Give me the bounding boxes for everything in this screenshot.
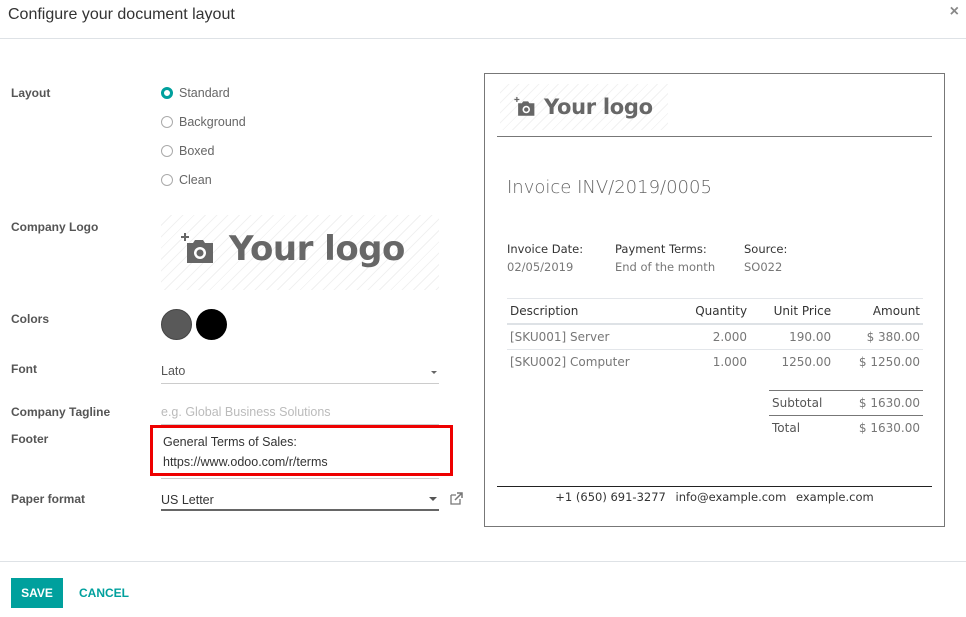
table-cell: 2.000 xyxy=(673,324,751,350)
table-cell: 1.000 xyxy=(712,355,748,369)
table-row: [SKU002] Computer 1.000 1250.00 $ 1250.0… xyxy=(507,350,923,375)
table-cell: [SKU001] Server xyxy=(507,324,674,350)
totals-value: $ 1630.00 xyxy=(839,415,923,440)
colors-label: Colors xyxy=(11,312,50,326)
radio-label: Clean xyxy=(179,173,212,187)
preview-totals-table: Subtotal $ 1630.00 Total $ 1630.00 xyxy=(769,390,923,440)
layout-option-clean[interactable]: Clean xyxy=(161,173,212,187)
column-header: Description xyxy=(507,298,674,325)
footer-line-2: https://www.odoo.com/r/terms xyxy=(163,455,328,469)
table-cell: [SKU002] Computer xyxy=(510,355,630,369)
layout-option-background[interactable]: Background xyxy=(161,115,246,129)
table-row: [SKU001] Server 2.000 190.00 $ 380.00 xyxy=(507,324,923,350)
dialog-title: Configure your document layout xyxy=(8,6,235,23)
cancel-button[interactable]: CANCEL xyxy=(71,578,137,608)
column-header: Amount xyxy=(834,298,923,325)
layout-label: Layout xyxy=(11,86,51,100)
totals-value: $ 1630.00 xyxy=(839,390,923,416)
tagline-placeholder: e.g. Global Business Solutions xyxy=(161,405,331,419)
company-logo-upload[interactable]: Your logo xyxy=(161,215,439,290)
logo-placeholder-text: Your logo xyxy=(229,229,405,269)
info-value: 02/05/2019 xyxy=(507,260,574,274)
radio-icon[interactable] xyxy=(161,145,173,157)
footer-line-1: General Terms of Sales: xyxy=(163,435,297,449)
paper-format-value: US Letter xyxy=(161,493,214,507)
preview-info-invoice-date: Invoice Date: 02/05/2019 xyxy=(507,242,583,274)
paper-format-label: Paper format xyxy=(11,492,86,506)
preview-info-source: Source: SO022 xyxy=(744,242,787,274)
footer-website: example.com xyxy=(795,490,874,504)
preview-footer: +1 (650) 691-3277 info@example.com examp… xyxy=(497,486,932,504)
info-key: Payment Terms: xyxy=(615,242,707,256)
preview-header-divider xyxy=(497,136,932,137)
radio-checked-icon[interactable] xyxy=(161,87,173,99)
document-preview: Your logo Invoice INV/2019/0005 Invoice … xyxy=(484,73,945,527)
info-value: End of the month xyxy=(615,260,716,274)
external-link-icon[interactable] xyxy=(450,492,463,505)
preview-logo-text: Your logo xyxy=(544,95,653,119)
radio-label: Background xyxy=(179,115,246,129)
close-icon[interactable]: × xyxy=(950,4,959,20)
footer-textarea[interactable]: General Terms of Sales: https://www.odoo… xyxy=(163,432,328,472)
info-key: Source: xyxy=(744,242,788,256)
footer-divider xyxy=(0,561,966,562)
paper-format-select[interactable]: US Letter xyxy=(161,490,439,511)
totals-label: Total xyxy=(769,415,840,440)
footer-phone: +1 (650) 691-3277 xyxy=(555,490,666,504)
font-select[interactable]: Lato xyxy=(161,364,439,384)
footer-email: info@example.com xyxy=(675,490,787,504)
radio-icon[interactable] xyxy=(161,174,173,186)
caret-down-icon xyxy=(429,497,437,501)
preview-invoice-title: Invoice INV/2019/0005 xyxy=(507,177,712,198)
secondary-color-picker[interactable] xyxy=(196,309,227,340)
radio-label: Boxed xyxy=(179,144,215,158)
preview-logo: Your logo xyxy=(500,84,668,130)
radio-label: Standard xyxy=(179,86,230,100)
info-key: Invoice Date: xyxy=(507,242,584,256)
font-value: Lato xyxy=(161,364,186,378)
preview-lines-table: Description Quantity Unit Price Amount [… xyxy=(507,298,923,374)
table-header-row: Description Quantity Unit Price Amount xyxy=(507,298,923,325)
info-value: SO022 xyxy=(744,260,783,274)
add-photo-icon xyxy=(181,233,213,263)
tagline-input[interactable]: e.g. Global Business Solutions xyxy=(161,405,439,425)
totals-label: Subtotal xyxy=(769,390,840,416)
footer-label: Footer xyxy=(11,432,49,446)
font-label: Font xyxy=(11,362,37,376)
dialog-header: Configure your document layout × xyxy=(0,0,966,39)
totals-row-subtotal: Subtotal $ 1630.00 xyxy=(769,390,923,416)
column-header: Quantity xyxy=(673,298,751,325)
table-cell: $ 380.00 xyxy=(834,324,923,350)
layout-option-boxed[interactable]: Boxed xyxy=(161,144,214,158)
table-cell: 1250.00 xyxy=(781,355,832,369)
save-button[interactable]: SAVE xyxy=(11,578,63,608)
footer-underline xyxy=(161,478,439,479)
table-cell: 190.00 xyxy=(750,324,835,350)
layout-option-standard[interactable]: Standard xyxy=(161,86,230,100)
company-logo-label: Company Logo xyxy=(11,220,99,234)
radio-icon[interactable] xyxy=(161,116,173,128)
preview-info-payment-terms: Payment Terms: End of the month xyxy=(615,242,715,274)
column-header: Unit Price xyxy=(750,298,835,325)
caret-down-icon xyxy=(431,371,437,374)
add-photo-icon xyxy=(514,97,535,116)
totals-row-total: Total $ 1630.00 xyxy=(769,415,923,440)
primary-color-picker[interactable] xyxy=(161,309,192,340)
tagline-label: Company Tagline xyxy=(11,405,111,419)
table-cell: $ 1250.00 xyxy=(858,355,920,369)
